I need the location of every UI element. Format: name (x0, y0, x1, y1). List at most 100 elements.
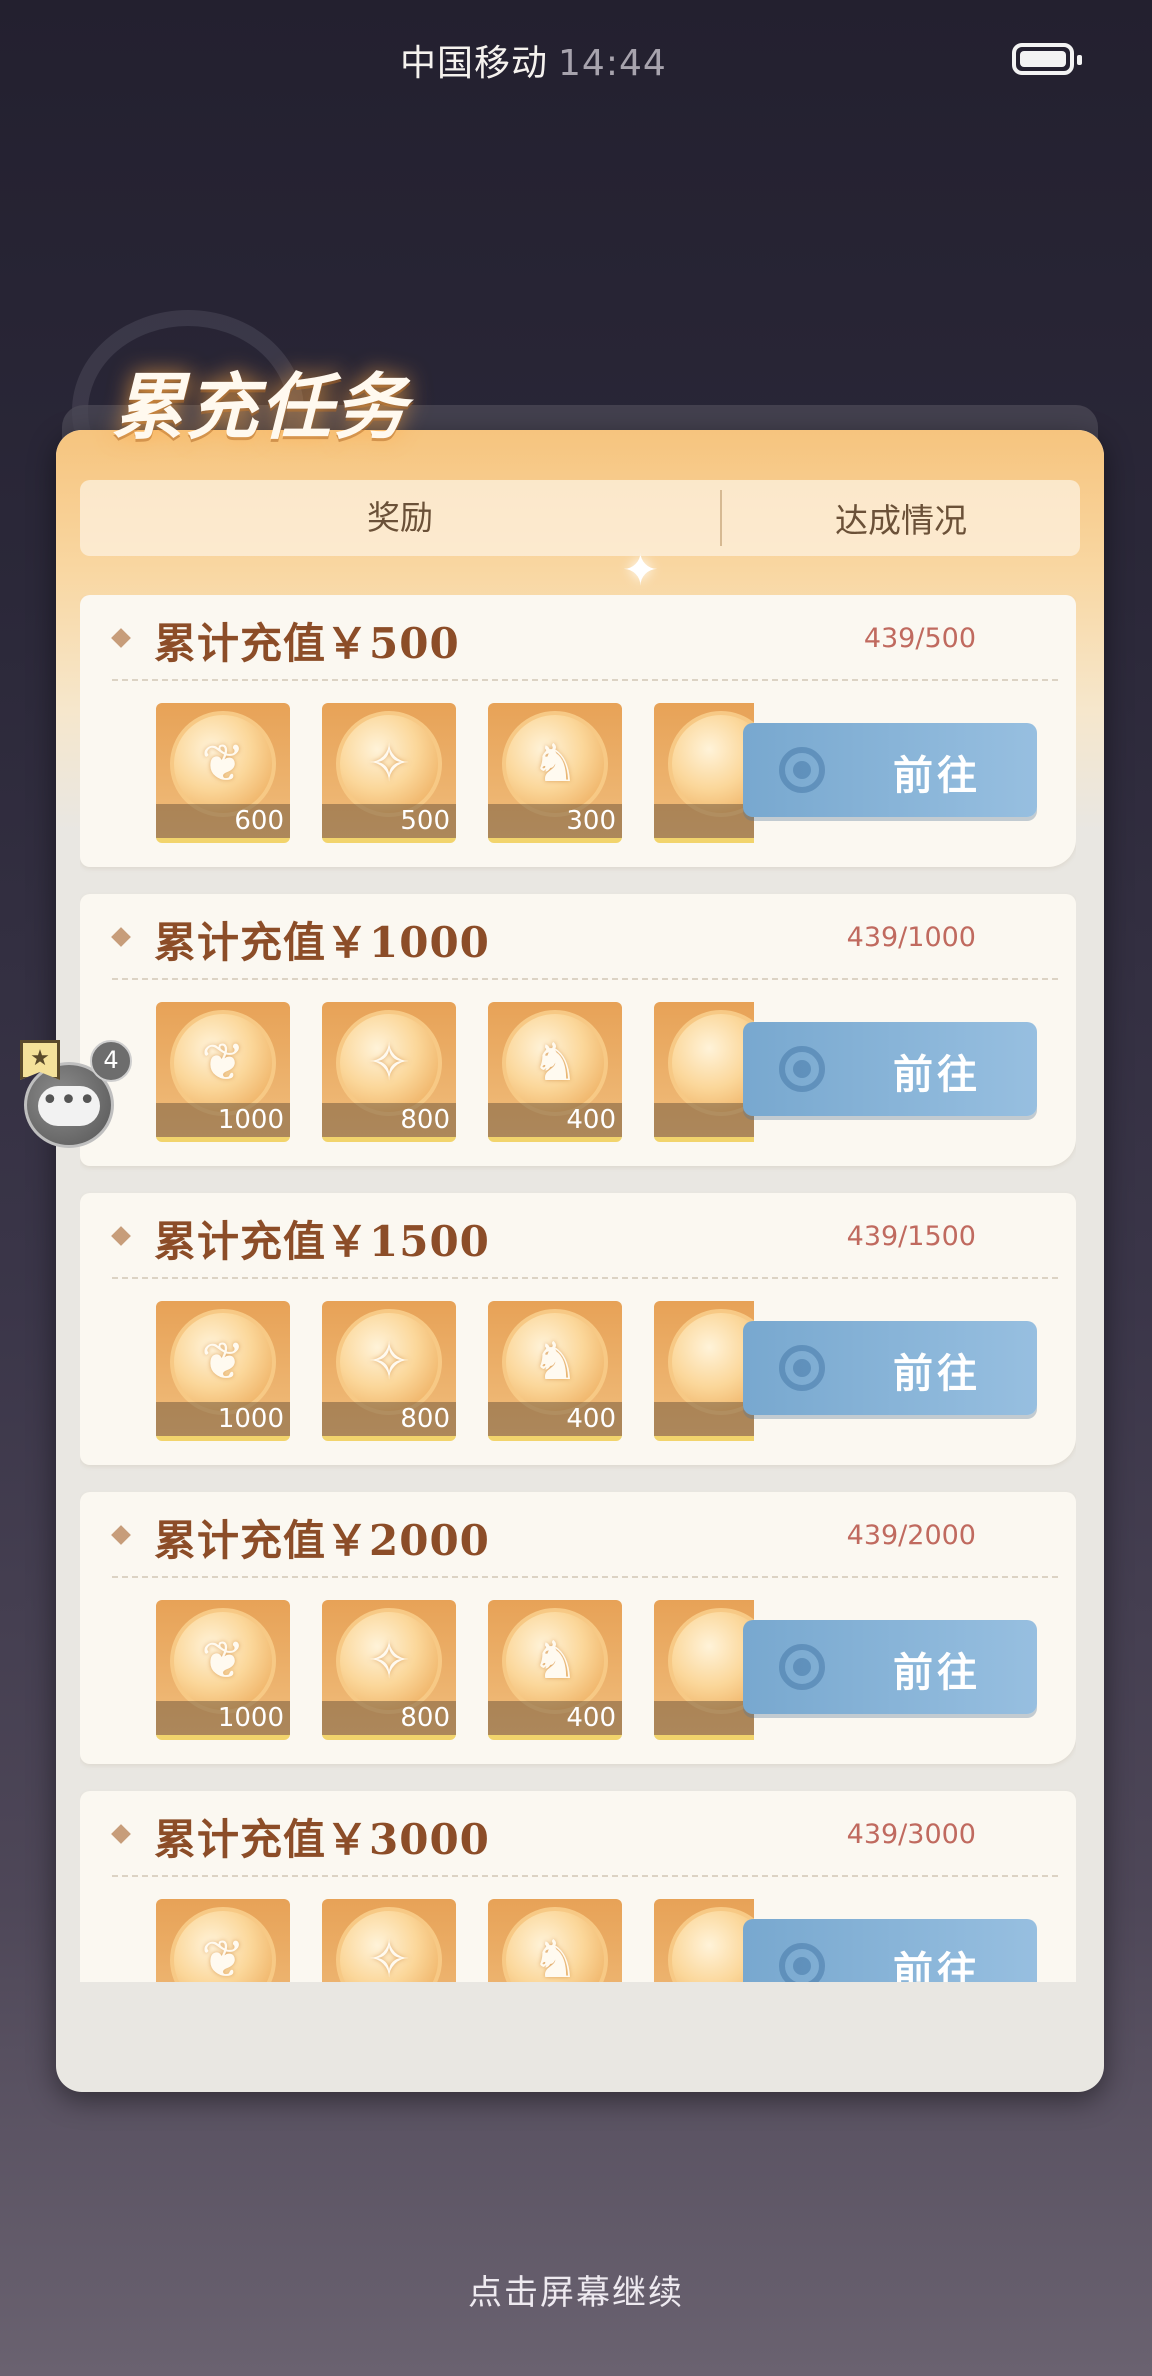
task-progress: 439/3000 (846, 1819, 976, 1850)
battery-icon (1012, 43, 1082, 75)
reward-item[interactable]: ♞ 400 (488, 1002, 622, 1142)
reward-row[interactable]: ❦ 1000 ✧ 800 ♞ 400 (156, 1600, 754, 1740)
reward-quantity: 600 (156, 804, 290, 838)
goto-button-label: 前往 (893, 753, 981, 799)
reward-quantity: 1000 (156, 1402, 290, 1436)
chat-dots-icon: ••• (38, 1086, 100, 1126)
ring-icon (779, 1943, 825, 1982)
task-title: 累计充值￥2000 (154, 1516, 490, 1565)
reward-quantity (654, 804, 754, 838)
reward-quantity: 1000 (156, 1103, 290, 1137)
reward-item[interactable]: ✧ 800 (322, 1301, 456, 1441)
chat-widget[interactable]: ••• ★ 4 (20, 1040, 132, 1150)
carrier-name: 中国移动 (400, 43, 549, 84)
scroll-coin-icon: ❦ (170, 1608, 276, 1714)
goto-button-label: 前往 (893, 1650, 981, 1696)
unread-badge: 4 (90, 1040, 132, 1082)
reward-item[interactable] (654, 703, 754, 843)
table-header: 奖励 达成情况 (80, 480, 1080, 556)
reward-item[interactable]: ♞ 400 (488, 1301, 622, 1441)
scroll-coin-icon: ❦ (170, 1309, 276, 1415)
reward-row[interactable]: ❦ 1000 ✧ 800 ♞ 400 (156, 1002, 754, 1142)
sword-coin-icon: ✧ (336, 1907, 442, 1982)
reward-quantity: 300 (488, 804, 622, 838)
partial-coin-icon (668, 1010, 754, 1116)
divider (112, 978, 1058, 980)
reward-quantity (654, 1103, 754, 1137)
dragon-coin-icon: ♞ (502, 711, 608, 817)
sword-coin-icon: ✧ (336, 1309, 442, 1415)
reward-quantity: 800 (322, 1402, 456, 1436)
dragon-coin-icon: ♞ (502, 1309, 608, 1415)
dragon-coin-icon: ♞ (502, 1608, 608, 1714)
reward-item[interactable] (654, 1899, 754, 1982)
reward-quantity: 400 (488, 1402, 622, 1436)
reward-row[interactable]: ❦ ✧ ♞ (156, 1899, 754, 1982)
reward-item[interactable] (654, 1002, 754, 1142)
reward-row[interactable]: ❦ 1000 ✧ 800 ♞ 400 (156, 1301, 754, 1441)
reward-item[interactable]: ♞ 300 (488, 703, 622, 843)
partial-coin-icon (668, 1907, 754, 1982)
sword-coin-icon: ✧ (336, 711, 442, 817)
diamond-bullet-icon (111, 628, 131, 648)
reward-item[interactable]: ♞ 400 (488, 1600, 622, 1740)
reward-quantity: 400 (488, 1701, 622, 1735)
scroll-coin-icon: ❦ (170, 1907, 276, 1982)
clock: 14:44 (558, 43, 667, 84)
reward-quantity: 800 (322, 1103, 456, 1137)
carrier-label: 中国移动 14:44 (400, 34, 667, 86)
reward-item[interactable]: ❦ 600 (156, 703, 290, 843)
status-column-header: 达成情况 (835, 501, 967, 540)
task-title: 累计充值￥3000 (154, 1815, 490, 1864)
sword-coin-icon: ✧ (336, 1010, 442, 1116)
goto-button-label: 前往 (893, 1351, 981, 1397)
reward-row[interactable]: ❦ 600 ✧ 500 ♞ 300 (156, 703, 754, 843)
goto-button-label: 前往 (893, 1949, 981, 1982)
diamond-bullet-icon (111, 1226, 131, 1246)
scroll-coin-icon: ❦ (170, 711, 276, 817)
ring-icon (779, 1644, 825, 1690)
diamond-bullet-icon (111, 927, 131, 947)
goto-button[interactable]: 前往 (743, 1321, 1037, 1415)
partial-coin-icon (668, 1608, 754, 1714)
divider (112, 1576, 1058, 1578)
diamond-bullet-icon (111, 1824, 131, 1844)
goto-button[interactable]: 前往 (743, 723, 1037, 817)
reward-quantity: 800 (322, 1701, 456, 1735)
reward-item[interactable]: ♞ (488, 1899, 622, 1982)
reward-item[interactable]: ❦ 1000 (156, 1600, 290, 1740)
reward-quantity (654, 1402, 754, 1436)
status-bar: 中国移动 14:44 (0, 0, 1152, 120)
task-title: 累计充值￥500 (154, 619, 460, 668)
reward-item[interactable] (654, 1301, 754, 1441)
recharge-task-panel: ✦ 奖励 达成情况 累计充值￥500 439/500 ❦ 600 ✧ 500 ♞ 300 前往累… (56, 430, 1104, 2092)
task-progress: 439/1000 (846, 922, 976, 953)
reward-item[interactable]: ❦ 1000 (156, 1301, 290, 1441)
partial-coin-icon (668, 1309, 754, 1415)
task-progress: 439/2000 (846, 1520, 976, 1551)
sword-coin-icon: ✧ (336, 1608, 442, 1714)
reward-item[interactable]: ✧ 800 (322, 1002, 456, 1142)
task-title: 累计充值￥1000 (154, 918, 490, 967)
task-list[interactable]: 累计充值￥500 439/500 ❦ 600 ✧ 500 ♞ 300 前往 累计充值￥1000 43… (80, 595, 1076, 1982)
reward-item[interactable]: ❦ 1000 (156, 1002, 290, 1142)
goto-button[interactable]: 前往 (743, 1919, 1037, 1982)
reward-quantity: 400 (488, 1103, 622, 1137)
goto-button[interactable]: 前往 (743, 1022, 1037, 1116)
reward-item[interactable]: ✧ 800 (322, 1600, 456, 1740)
task-card: 累计充值￥2000 439/2000 ❦ 1000 ✧ 800 ♞ 400 前往 (80, 1492, 1076, 1764)
reward-column-header: 奖励 (80, 490, 722, 546)
divider (112, 1875, 1058, 1877)
partial-coin-icon (668, 711, 754, 817)
diamond-bullet-icon (111, 1525, 131, 1545)
page-title: 累充任务 (112, 365, 409, 449)
reward-item[interactable] (654, 1600, 754, 1740)
reward-item[interactable]: ✧ 500 (322, 703, 456, 843)
task-card: 累计充值￥3000 439/3000 ❦ ✧ ♞ 前往 (80, 1791, 1076, 1982)
reward-item[interactable]: ❦ (156, 1899, 290, 1982)
task-card: 累计充值￥1000 439/1000 ❦ 1000 ✧ 800 ♞ 400 前往 (80, 894, 1076, 1166)
task-progress: 439/500 (863, 623, 976, 654)
tap-to-continue-hint[interactable]: 点击屏幕继续 (0, 2265, 1152, 2314)
goto-button[interactable]: 前往 (743, 1620, 1037, 1714)
reward-item[interactable]: ✧ (322, 1899, 456, 1982)
